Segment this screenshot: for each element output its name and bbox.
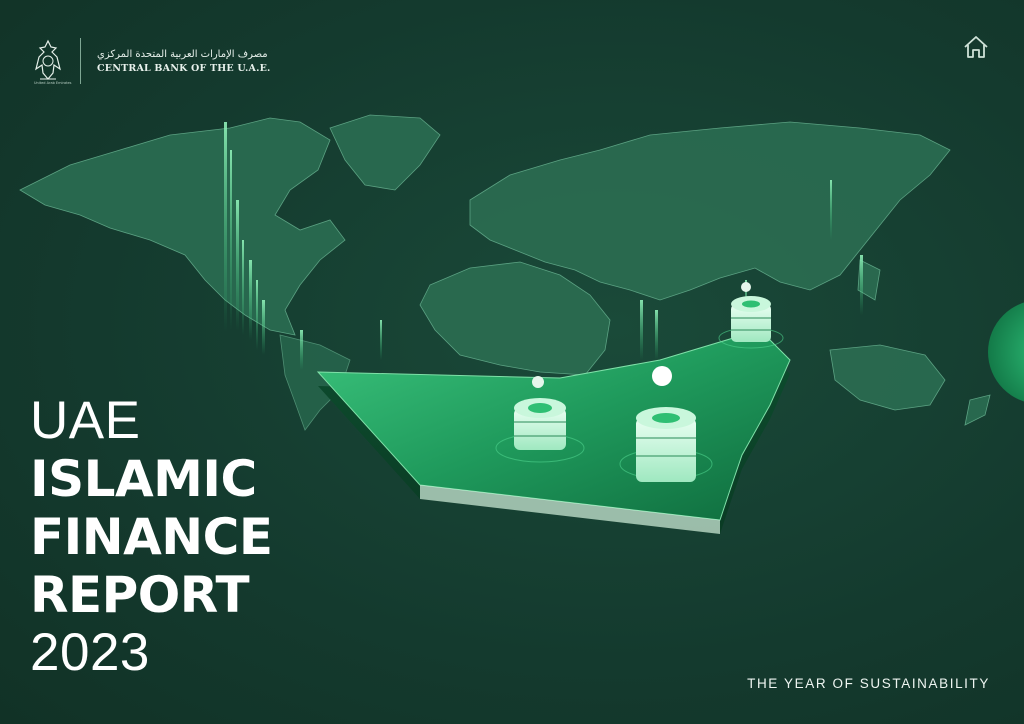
logo-arabic-text: مصرف الإمارات العربية المتحدة المركزي	[97, 48, 268, 60]
australia-shape	[829, 344, 946, 411]
location-dot	[532, 376, 544, 388]
home-icon	[964, 36, 988, 58]
title-line-report: REPORT	[30, 566, 250, 624]
central-bank-logo: مصرف الإمارات العربية المتحدة المركزي CE…	[34, 38, 271, 84]
title-line-islamic: ISLAMIC	[30, 450, 257, 508]
location-dot	[652, 366, 672, 386]
logo-english-text: CENTRAL BANK OF THE U.A.E.	[97, 62, 271, 74]
logo-divider	[80, 38, 81, 84]
greenland-shape	[329, 114, 441, 191]
emblem-caption: United Arab Emirates	[34, 81, 72, 85]
north-america-shape	[19, 117, 346, 336]
falcon-emblem-icon	[35, 39, 61, 80]
report-cover: مصرف الإمارات العربية المتحدة المركزي CE…	[0, 0, 1024, 724]
location-dot	[741, 282, 751, 292]
tagline: THE YEAR OF SUSTAINABILITY	[747, 676, 990, 691]
new-zealand-shape	[964, 394, 991, 426]
title-line-finance: FINANCE	[30, 508, 273, 566]
globe-decoration	[988, 302, 1024, 402]
africa-shape	[419, 261, 611, 376]
title-line-year: 2023	[30, 623, 150, 682]
home-button[interactable]	[962, 34, 990, 60]
title-line-uae: UAE	[30, 391, 141, 450]
report-title: UAE ISLAMIC FINANCE REPORT 2023	[30, 392, 273, 682]
